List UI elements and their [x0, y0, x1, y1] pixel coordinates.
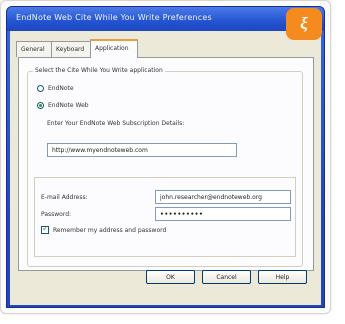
tab-general[interactable]: General [16, 41, 52, 57]
application-group-label: Select the Cite While You Write applicat… [33, 67, 165, 74]
url-field[interactable]: http://www.myendnoteweb.com [47, 143, 237, 157]
remember-checkbox[interactable] [41, 224, 49, 234]
password-field[interactable]: •••••••••• [155, 207, 291, 221]
tab-keyboard-label: Keyboard [56, 46, 85, 53]
password-label: Password: [41, 211, 72, 218]
email-field[interactable]: john.researcher@endnoteweb.org [155, 190, 291, 204]
tab-application[interactable]: Application [90, 39, 138, 58]
credentials-frame: E-mail Address: john.researcher@endnotew… [34, 177, 296, 257]
ok-button[interactable]: OK [146, 270, 195, 284]
application-panel: Select the Cite While You Write applicat… [18, 57, 314, 271]
tab-general-label: General [21, 46, 45, 53]
subscription-details-label: Enter Your EndNote Web Subscription Deta… [47, 120, 185, 127]
email-label: E-mail Address: [41, 194, 88, 201]
endnote-radio[interactable] [37, 85, 44, 92]
endnote-web-radio-label: EndNote Web [48, 102, 89, 109]
preferences-dialog: EndNote Web Cite While You Write Prefere… [6, 6, 325, 308]
tab-application-label: Application [95, 45, 129, 52]
application-group: Select the Cite While You Write applicat… [27, 67, 303, 267]
remember-label: Remember my address and password [53, 227, 167, 234]
endnote-radio-label: EndNote [48, 85, 74, 92]
step-badge: ξ [286, 8, 322, 40]
cancel-button[interactable]: Cancel [202, 270, 251, 284]
title-bar[interactable]: EndNote Web Cite While You Write Prefere… [7, 7, 324, 31]
dialog-body: General Keyboard Application Select the … [10, 31, 321, 305]
help-button[interactable]: Help [258, 270, 307, 284]
endnote-web-radio[interactable] [37, 102, 44, 109]
badge-label: ξ [300, 14, 308, 33]
tab-keyboard[interactable]: Keyboard [51, 41, 91, 57]
dialog-title: EndNote Web Cite While You Write Prefere… [16, 13, 212, 22]
